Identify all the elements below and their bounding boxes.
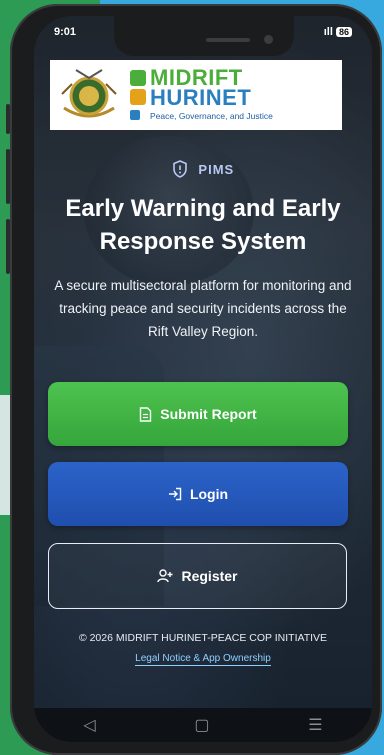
volume-up-button — [6, 149, 10, 204]
login-button[interactable]: Login — [48, 462, 348, 526]
register-label: Register — [181, 568, 238, 584]
submit-report-label: Submit Report — [160, 406, 257, 422]
login-label: Login — [189, 486, 229, 502]
status-time: 9:01 — [54, 26, 77, 38]
phone-notch — [114, 16, 294, 56]
logo-tagline: Peace, Governance, and Justice — [150, 111, 273, 121]
document-icon — [140, 406, 152, 422]
pims-label: PIMS — [198, 162, 235, 177]
submit-report-button[interactable]: Submit Report — [48, 382, 348, 446]
footer: © 2026 MIDRIFT HURINET-PEACE COP INITIAT… — [34, 632, 372, 666]
battery-icon: 86 — [335, 27, 352, 37]
user-add-icon — [157, 569, 173, 583]
status-indicators: ıll 86 — [324, 26, 352, 38]
tree-icon — [130, 70, 146, 86]
speaker — [206, 38, 250, 42]
volume-button — [6, 104, 10, 134]
system-nav-bar: ◁ ▢ ☰ — [34, 708, 372, 742]
shield-alert-icon — [172, 160, 187, 178]
logo-line2: HURINET — [150, 85, 252, 110]
pims-badge: PIMS — [34, 160, 372, 178]
recents-icon[interactable]: ☰ — [308, 715, 322, 735]
login-arrow-icon — [168, 487, 182, 501]
camera — [264, 35, 273, 44]
copyright-text: © 2026 MIDRIFT HURINET-PEACE COP INITIAT… — [78, 632, 328, 644]
phone-frame: 9:01 ıll 86 MIDRIFT HURINET Peace, Gover… — [6, 4, 382, 755]
coat-of-arms-icon — [61, 69, 117, 118]
register-button[interactable]: Register — [48, 543, 347, 609]
page-title: Early Warning and Early Response System — [65, 195, 341, 255]
logo-wordmark: MIDRIFT HURINET Peace, Governance, and J… — [130, 67, 273, 121]
legal-notice-link[interactable]: Legal Notice & App Ownership — [135, 653, 271, 666]
scales-icon — [130, 110, 140, 120]
home-icon[interactable]: ▢ — [194, 715, 209, 735]
volume-down-button — [6, 219, 10, 274]
organization-logo: MIDRIFT HURINET Peace, Governance, and J… — [50, 60, 342, 130]
back-icon[interactable]: ◁ — [83, 715, 95, 735]
signal-icon: ıll — [323, 26, 333, 38]
people-icon — [130, 89, 146, 105]
app-screen: 9:01 ıll 86 MIDRIFT HURINET Peace, Gover… — [34, 16, 372, 742]
page-description: A secure multisectoral platform for moni… — [54, 278, 352, 339]
